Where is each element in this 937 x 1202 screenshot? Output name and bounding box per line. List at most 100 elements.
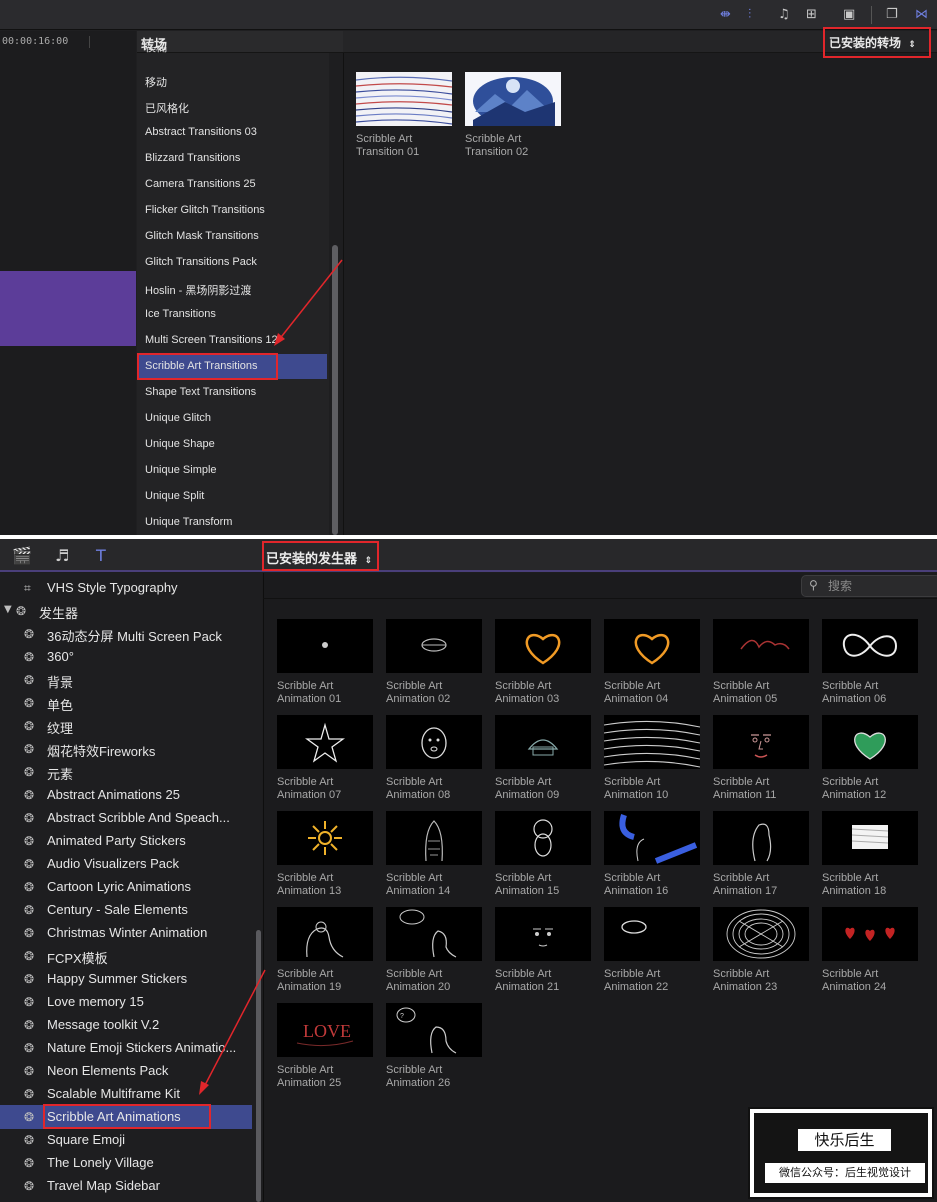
generator-thumb[interactable] xyxy=(822,715,918,769)
generator-thumb[interactable] xyxy=(713,907,809,961)
transition-category-item[interactable]: 移动 xyxy=(145,74,167,90)
transition-category-item[interactable]: Unique Transform xyxy=(145,516,232,528)
transition-category-item[interactable]: Camera Transitions 25 xyxy=(145,178,256,190)
generator-thumb[interactable]: ? xyxy=(386,1003,482,1057)
transition-category-item[interactable]: Unique Split xyxy=(145,490,204,502)
generator-category-item[interactable]: Audio Visualizers Pack xyxy=(47,856,179,871)
generator-thumb[interactable] xyxy=(822,619,918,673)
item-line1: Scribble Art xyxy=(822,968,879,980)
generator-thumb[interactable] xyxy=(386,619,482,673)
generators-toolbar xyxy=(0,539,937,572)
disclosure-triangle-icon[interactable]: ▼ xyxy=(4,604,12,615)
generator-category-item[interactable]: 烟花特效Fireworks xyxy=(47,741,155,760)
generator-thumb[interactable]: LOVE xyxy=(277,1003,373,1057)
item-line1: Scribble Art xyxy=(604,680,661,692)
music-photos-icon[interactable]: ♬ xyxy=(55,546,69,565)
generator-category-item[interactable]: 36动态分屏 Multi Screen Pack xyxy=(47,626,222,645)
generator-category-item[interactable]: 360° xyxy=(47,649,74,664)
generator-icon: ❂ xyxy=(24,650,35,664)
transition-category-item[interactable]: 模糊 xyxy=(145,47,167,55)
generator-thumb[interactable] xyxy=(495,907,591,961)
generator-category-item[interactable]: Century - Sale Elements xyxy=(47,902,188,917)
generator-thumb[interactable] xyxy=(277,907,373,961)
generator-category-item[interactable]: Love memory 15 xyxy=(47,994,144,1009)
generator-category-item[interactable]: Christmas Winter Animation xyxy=(47,925,207,940)
generator-icon: ❂ xyxy=(24,926,35,940)
transitions-browser-icon[interactable]: ⋈ xyxy=(915,8,928,22)
generator-category-item[interactable]: Square Emoji xyxy=(47,1132,125,1147)
generator-thumb[interactable] xyxy=(604,619,700,673)
generator-category-item[interactable]: Scalable Multiframe Kit xyxy=(47,1086,180,1101)
generator-category-item[interactable]: Cartoon Lyric Animations xyxy=(47,879,191,894)
generator-thumb[interactable] xyxy=(386,907,482,961)
generator-icon: ❂ xyxy=(24,857,35,871)
transition-category-item[interactable]: Multi Screen Transitions 12 xyxy=(145,334,278,346)
generator-thumb[interactable] xyxy=(277,811,373,865)
generator-category-item[interactable]: Animated Party Stickers xyxy=(47,833,186,848)
transition-category-item[interactable]: Unique Glitch xyxy=(145,412,211,424)
generator-thumb[interactable] xyxy=(604,907,700,961)
item-line2: Animation 09 xyxy=(495,789,560,801)
audio-waveform-icon[interactable]: ⫶ xyxy=(748,8,751,22)
generator-category-item[interactable]: 背景 xyxy=(47,672,73,691)
generator-category-item[interactable]: Happy Summer Stickers xyxy=(47,971,187,986)
generator-category-item[interactable]: The Lonely Village xyxy=(47,1155,154,1170)
transition-category-item[interactable]: Ice Transitions xyxy=(145,308,216,320)
generator-category-item[interactable]: VHS Style Typography xyxy=(47,580,178,595)
generator-category-item[interactable]: 发生器 xyxy=(39,603,78,622)
headphones-icon[interactable]: ♫ xyxy=(778,8,790,22)
transition-category-item[interactable]: Unique Shape xyxy=(145,438,215,450)
generator-thumb[interactable] xyxy=(713,715,809,769)
transition-category-item[interactable]: Unique Simple xyxy=(145,464,217,476)
love-thumb-icon: LOVE xyxy=(296,1021,354,1047)
transition-category-item[interactable]: Hoslin - 黑场阴影过渡 xyxy=(145,282,251,298)
generator-category-item[interactable]: Travel Map Sidebar xyxy=(47,1178,160,1193)
transition-category-item[interactable]: Abstract Transitions 03 xyxy=(145,126,257,138)
generator-thumb[interactable] xyxy=(822,907,918,961)
transition-thumb-02[interactable] xyxy=(465,72,561,126)
item-line2: Animation 24 xyxy=(822,981,887,993)
lines-thumb-icon xyxy=(604,720,700,768)
generator-thumb[interactable] xyxy=(495,715,591,769)
generator-category-item[interactable]: Abstract Animations 25 xyxy=(47,787,180,802)
watermark-subtitle: 微信公众号：后生视觉设计 xyxy=(765,1163,925,1183)
search-input[interactable] xyxy=(828,578,928,594)
item-line2: Animation 11 xyxy=(713,789,777,801)
generator-thumb[interactable] xyxy=(277,715,373,769)
clip-appearance-icon[interactable]: ▣ xyxy=(843,8,855,22)
question-bubble-thumb-icon: ? xyxy=(396,1007,457,1054)
face-red-thumb-icon xyxy=(751,734,771,758)
generator-thumb[interactable] xyxy=(277,619,373,673)
transition-category-item[interactable]: Glitch Mask Transitions xyxy=(145,230,259,242)
generator-thumb[interactable] xyxy=(713,619,809,673)
generator-thumb[interactable] xyxy=(713,811,809,865)
clip-skimming-icon[interactable]: ⇼ xyxy=(720,8,731,22)
media-library-icon[interactable]: 🎬 xyxy=(12,546,32,565)
effects-browser-icon[interactable]: ❐ xyxy=(886,8,898,22)
transition-category-item[interactable]: Glitch Transitions Pack xyxy=(145,256,257,268)
generator-category-item[interactable]: FCPX模板 xyxy=(47,948,108,967)
generator-thumb[interactable] xyxy=(495,619,591,673)
transition-thumb-01[interactable] xyxy=(356,72,452,126)
generator-thumb[interactable] xyxy=(386,811,482,865)
generator-category-item[interactable]: 元素 xyxy=(47,764,73,783)
transition-category-item[interactable]: Blizzard Transitions xyxy=(145,152,240,164)
titles-generators-icon[interactable]: T xyxy=(96,546,106,565)
generator-label: Scribble Art Animation 03 xyxy=(495,680,559,706)
generator-category-item[interactable]: Message toolkit V.2 xyxy=(47,1017,159,1032)
generator-thumb[interactable] xyxy=(604,715,700,769)
generator-label: Scribble Art Animation 06 xyxy=(822,680,886,706)
generator-thumb[interactable] xyxy=(604,811,700,865)
generator-category-item[interactable]: 单色 xyxy=(47,695,73,714)
generator-category-item[interactable]: Neon Elements Pack xyxy=(47,1063,168,1078)
generator-category-item[interactable]: 纹理 xyxy=(47,718,73,737)
snapping-icon[interactable]: ⊞ xyxy=(806,8,817,22)
generator-thumb[interactable] xyxy=(822,811,918,865)
transition-category-item[interactable]: Flicker Glitch Transitions xyxy=(145,204,265,216)
timeline-clip[interactable] xyxy=(0,271,136,346)
generator-thumb[interactable] xyxy=(386,715,482,769)
transition-category-item[interactable]: 已风格化 xyxy=(145,100,189,116)
generator-category-item[interactable]: Abstract Scribble And Speach... xyxy=(47,810,230,825)
generator-thumb[interactable] xyxy=(495,811,591,865)
transition-category-item[interactable]: Shape Text Transitions xyxy=(145,386,256,398)
